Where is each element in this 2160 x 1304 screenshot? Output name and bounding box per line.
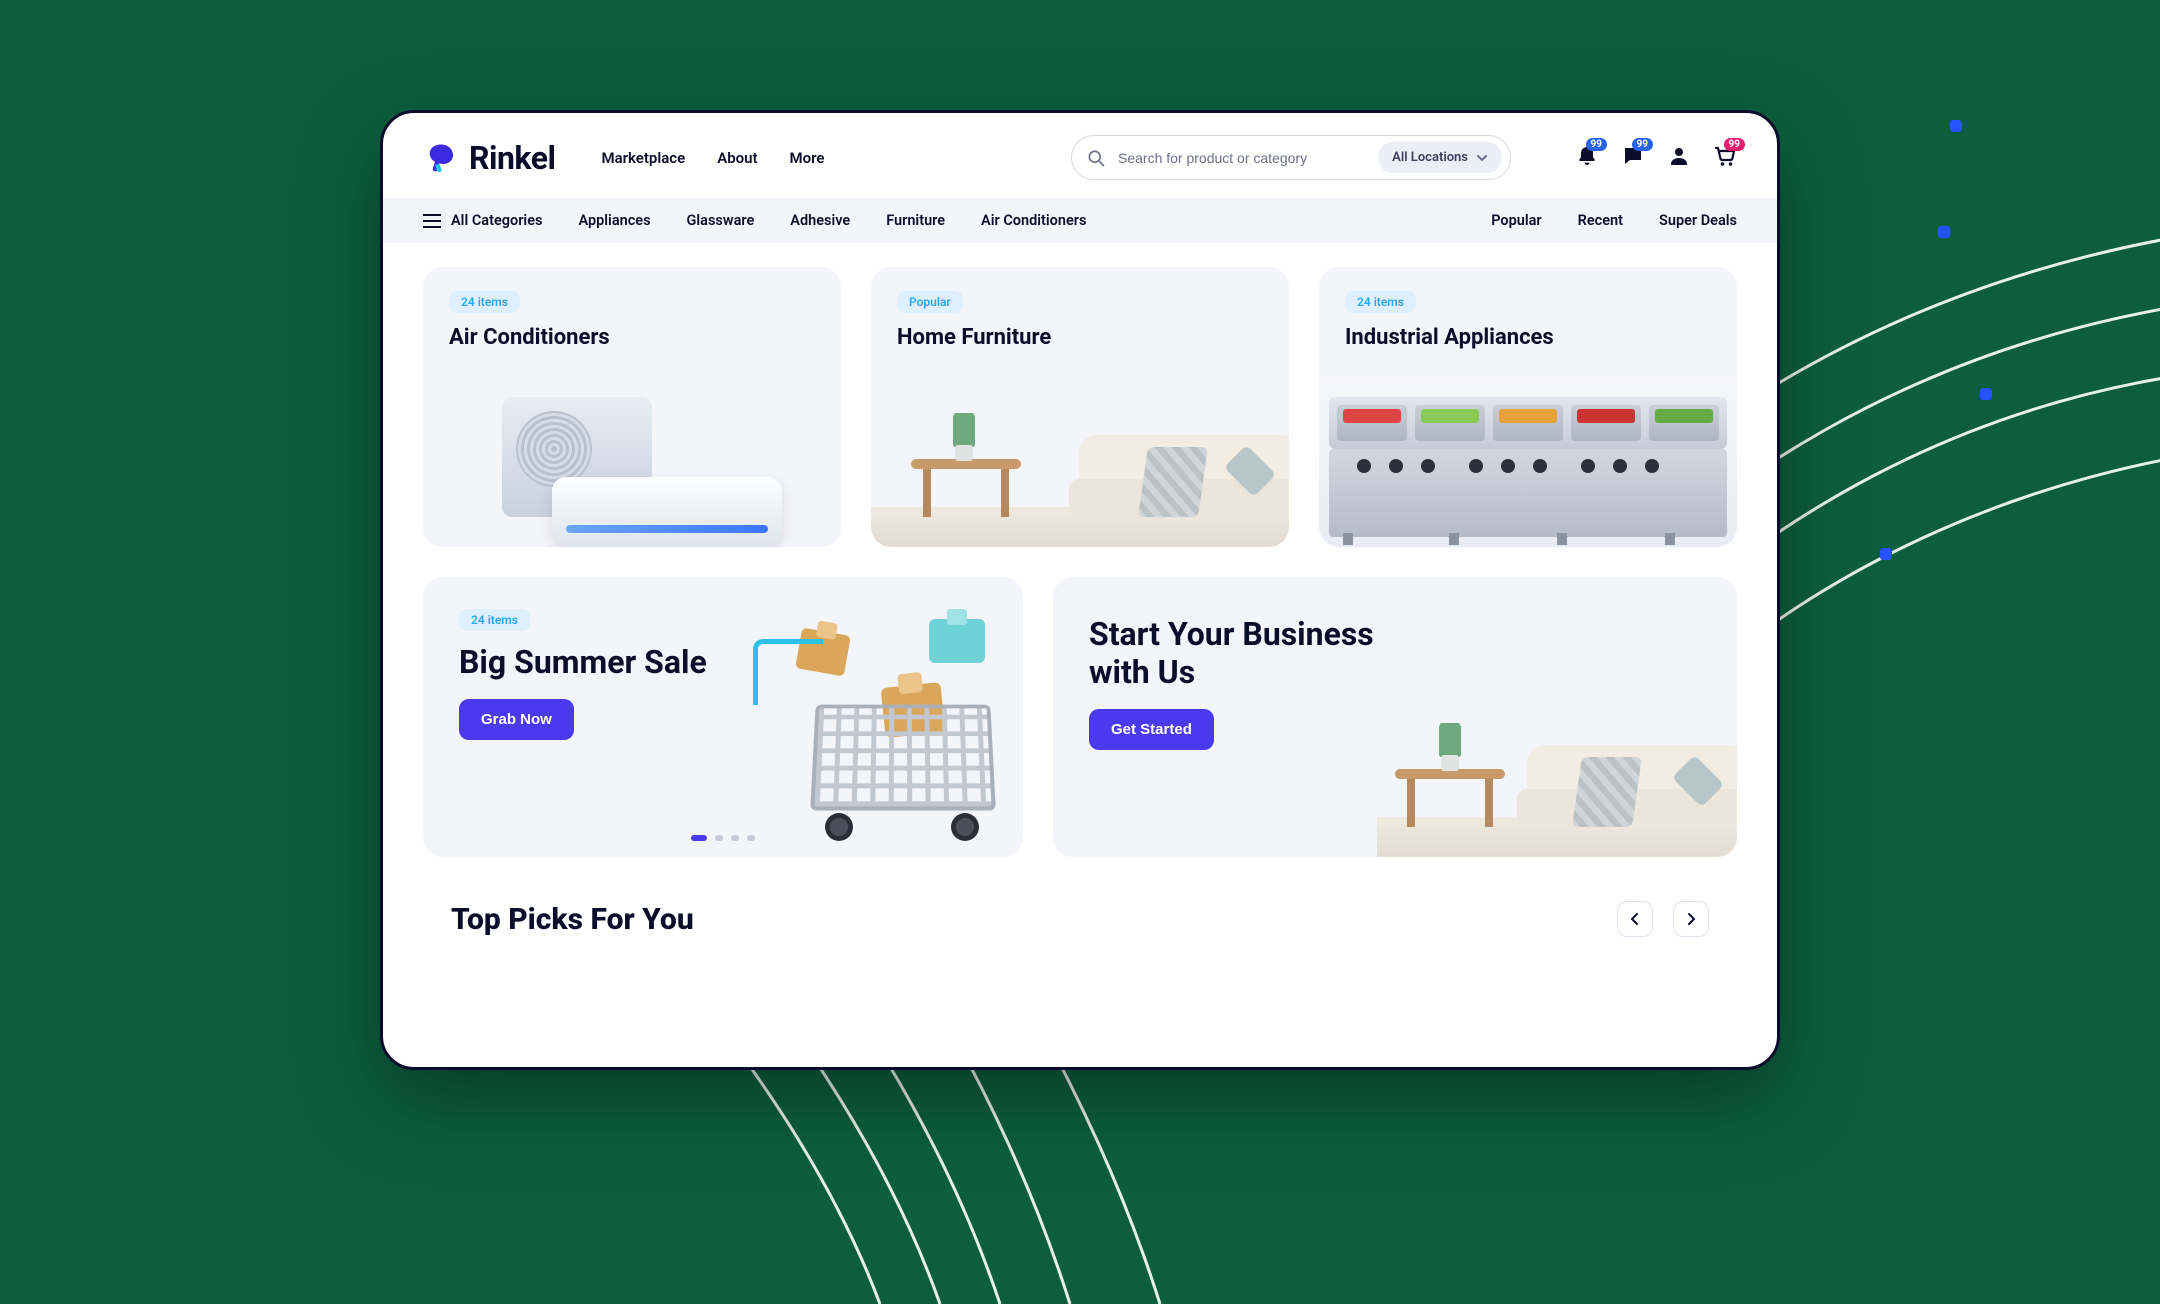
section-title: Top Picks For You	[451, 902, 694, 937]
tab-adhesive[interactable]: Adhesive	[790, 212, 850, 229]
carousel-dot[interactable]	[715, 835, 723, 841]
all-categories-button[interactable]: All Categories	[423, 212, 542, 229]
nav-marketplace[interactable]: Marketplace	[601, 149, 685, 167]
banner-title-line2: with Us	[1089, 653, 1195, 691]
chevron-left-icon	[1627, 911, 1643, 927]
main-content: 24 items Air Conditioners Popular Home F…	[383, 243, 1777, 961]
card-title: Home Furniture	[897, 325, 1263, 350]
nav-about[interactable]: About	[717, 149, 757, 167]
search-input[interactable]	[1118, 150, 1366, 166]
tab-appliances[interactable]: Appliances	[578, 212, 650, 229]
card-air-conditioners[interactable]: 24 items Air Conditioners	[423, 267, 841, 547]
messages-badge: 99	[1632, 138, 1653, 151]
card-title: Air Conditioners	[449, 325, 815, 350]
card-home-furniture[interactable]: Popular Home Furniture	[871, 267, 1289, 547]
category-tabs: Appliances Glassware Adhesive Furniture …	[578, 212, 1086, 229]
banner-illustration	[1377, 687, 1737, 857]
user-icon	[1667, 144, 1691, 168]
sort-recent[interactable]: Recent	[1578, 212, 1623, 229]
logo-icon	[423, 140, 459, 176]
promo-row: 24 items Big Summer Sale Grab Now	[423, 577, 1737, 857]
chevron-right-icon	[1683, 911, 1699, 927]
carousel-dot[interactable]	[691, 835, 707, 841]
app-window: Rinkel Marketplace About More All Locati…	[380, 110, 1780, 1070]
nav-more[interactable]: More	[790, 149, 825, 167]
banner-summer-sale: 24 items Big Summer Sale Grab Now	[423, 577, 1023, 857]
header-icons: 99 99 99	[1575, 144, 1737, 172]
carousel-dot[interactable]	[747, 835, 755, 841]
cart-button[interactable]: 99	[1713, 144, 1737, 172]
hamburger-icon	[423, 214, 441, 228]
sort-super-deals[interactable]: Super Deals	[1659, 212, 1737, 229]
account-button[interactable]	[1667, 144, 1691, 172]
card-chip: 24 items	[449, 291, 520, 313]
card-title: Industrial Appliances	[1345, 325, 1711, 350]
card-industrial-appliances[interactable]: 24 items Industrial Appliances	[1319, 267, 1737, 547]
carousel-dots	[691, 835, 755, 841]
carousel-dot[interactable]	[731, 835, 739, 841]
location-label: All Locations	[1392, 150, 1468, 165]
tab-glassware[interactable]: Glassware	[687, 212, 755, 229]
section-top-picks: Top Picks For You	[423, 901, 1737, 937]
card-chip: Popular	[897, 291, 963, 313]
notifications-badge: 99	[1586, 138, 1607, 151]
chevron-down-icon	[1476, 152, 1488, 164]
card-illustration	[1319, 377, 1737, 547]
top-nav: Marketplace About More	[601, 149, 824, 167]
cart-badge: 99	[1724, 138, 1745, 151]
logo-text: Rinkel	[469, 139, 555, 177]
messages-button[interactable]: 99	[1621, 144, 1645, 172]
location-filter[interactable]: All Locations	[1378, 142, 1502, 173]
card-chip: 24 items	[1345, 291, 1416, 313]
category-cards: 24 items Air Conditioners Popular Home F…	[423, 267, 1737, 547]
all-categories-label: All Categories	[451, 212, 542, 229]
notifications-button[interactable]: 99	[1575, 144, 1599, 172]
sort-tabs: Popular Recent Super Deals	[1491, 212, 1737, 229]
grab-now-button[interactable]: Grab Now	[459, 699, 574, 740]
logo[interactable]: Rinkel	[423, 139, 555, 177]
banner-title: Start Your Business with Us	[1089, 615, 1701, 691]
header: Rinkel Marketplace About More All Locati…	[383, 113, 1777, 198]
search-icon	[1086, 148, 1106, 168]
category-bar: All Categories Appliances Glassware Adhe…	[383, 198, 1777, 243]
tab-furniture[interactable]: Furniture	[886, 212, 945, 229]
banner-start-business: Start Your Business with Us Get Started	[1053, 577, 1737, 857]
sort-popular[interactable]: Popular	[1491, 212, 1541, 229]
banner-illustration	[743, 625, 1003, 845]
banner-chip: 24 items	[459, 609, 530, 631]
card-illustration	[423, 377, 841, 547]
carousel-arrows	[1617, 901, 1709, 937]
prev-button[interactable]	[1617, 901, 1653, 937]
tab-air-conditioners[interactable]: Air Conditioners	[981, 212, 1086, 229]
search-bar[interactable]: All Locations	[1071, 135, 1511, 180]
card-illustration	[871, 377, 1289, 547]
next-button[interactable]	[1673, 901, 1709, 937]
get-started-button[interactable]: Get Started	[1089, 709, 1214, 750]
banner-title-line1: Start Your Business	[1089, 615, 1374, 653]
